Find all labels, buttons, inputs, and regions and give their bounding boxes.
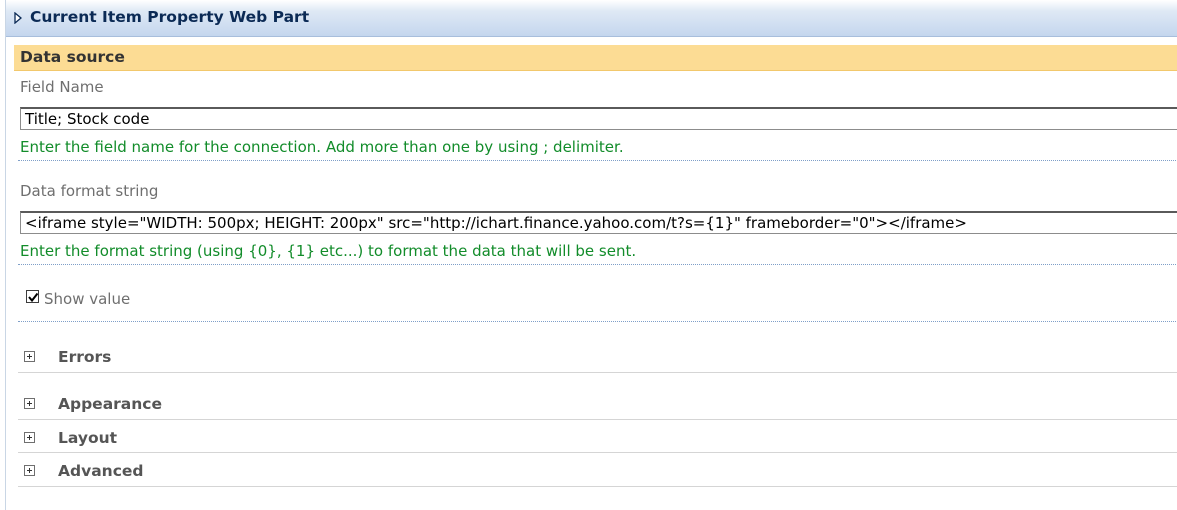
group-layout[interactable]: Layout xyxy=(18,424,1177,454)
group-label[interactable]: Advanced xyxy=(58,462,144,480)
checkmark-icon xyxy=(28,292,39,303)
expand-plus-icon[interactable] xyxy=(24,398,35,409)
format-string-hint: Enter the format string (using {0}, {1} … xyxy=(20,242,637,260)
format-string-label: Data format string xyxy=(20,182,159,200)
show-value-checkbox[interactable] xyxy=(26,290,39,303)
show-value-label: Show value xyxy=(44,290,131,308)
section-title: Data source xyxy=(20,48,125,66)
expand-plus-icon[interactable] xyxy=(24,465,35,476)
field-name-input[interactable]: Title; Stock code xyxy=(20,107,1177,130)
group-label[interactable]: Layout xyxy=(58,429,117,447)
divider xyxy=(18,264,1177,265)
group-advanced[interactable]: Advanced xyxy=(18,457,1177,487)
web-part-tool-pane: Current Item Property Web Part Data sour… xyxy=(5,0,1177,510)
divider xyxy=(18,160,1177,161)
divider xyxy=(18,372,1177,373)
format-string-input[interactable]: <iframe style="WIDTH: 500px; HEIGHT: 200… xyxy=(20,211,1177,234)
group-appearance[interactable]: Appearance xyxy=(18,390,1177,420)
group-label[interactable]: Appearance xyxy=(58,395,162,413)
divider xyxy=(18,452,1177,453)
group-label[interactable]: Errors xyxy=(58,348,111,366)
collapse-triangle-icon[interactable] xyxy=(14,12,22,24)
divider xyxy=(18,419,1177,420)
data-source-section-header: Data source xyxy=(14,45,1177,71)
divider xyxy=(18,486,1177,487)
group-errors[interactable]: Errors xyxy=(18,343,1177,373)
field-name-hint: Enter the field name for the connection.… xyxy=(20,138,624,156)
expand-plus-icon[interactable] xyxy=(24,432,35,443)
field-name-label: Field Name xyxy=(20,78,104,96)
divider xyxy=(18,321,1177,322)
web-part-title-bar[interactable]: Current Item Property Web Part xyxy=(6,0,1177,37)
expand-plus-icon[interactable] xyxy=(24,351,35,362)
web-part-title: Current Item Property Web Part xyxy=(30,8,310,26)
